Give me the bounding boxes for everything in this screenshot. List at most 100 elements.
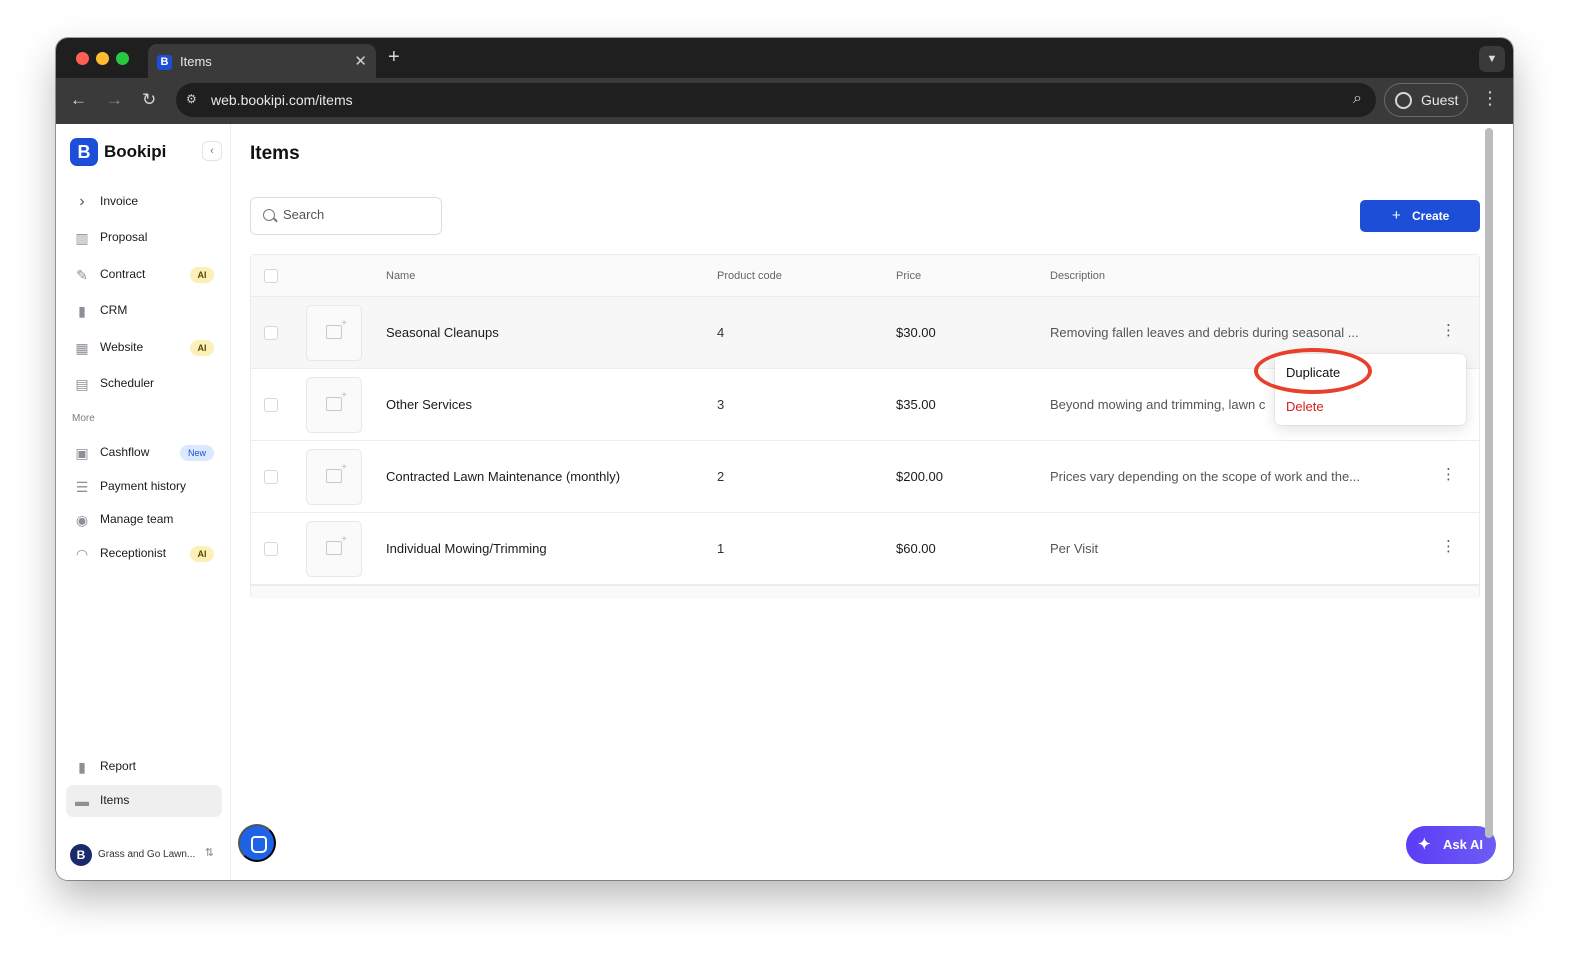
sidebar-item-label: Receptionist bbox=[100, 546, 167, 560]
ai-badge: AI bbox=[190, 267, 214, 283]
ask-ai-label: Ask AI bbox=[1443, 837, 1483, 852]
browser-window: B Items ✕ + ▼ ← → ↻ ⚙ web.bookipi.com/it… bbox=[56, 38, 1513, 880]
more-vertical-icon[interactable]: ⋮ bbox=[1441, 537, 1456, 557]
more-vertical-icon[interactable]: ⋮ bbox=[1441, 321, 1456, 341]
browser-tab[interactable]: B Items ✕ bbox=[148, 44, 376, 78]
item-name: Contracted Lawn Maintenance (monthly) bbox=[386, 469, 621, 484]
chat-icon bbox=[251, 836, 267, 853]
minimize-window-button[interactable] bbox=[96, 52, 109, 65]
chevron-updown-icon: ⇅ bbox=[204, 847, 214, 859]
item-description: Per Visit bbox=[1050, 541, 1099, 556]
create-button[interactable]: + Create bbox=[1360, 200, 1480, 232]
sidebar-item-label: Manage team bbox=[100, 512, 174, 526]
sidebar-item-label: Proposal bbox=[100, 230, 148, 244]
sidebar-item-payment-history[interactable]: ☰ Payment history bbox=[66, 471, 222, 503]
section-label-more: More bbox=[72, 413, 95, 424]
sidebar-item-label: Items bbox=[100, 793, 130, 807]
collapse-sidebar-icon[interactable]: ‹ bbox=[202, 141, 222, 161]
sidebar-item-label: CRM bbox=[100, 303, 128, 317]
item-description: Removing fallen leaves and debris during… bbox=[1050, 325, 1359, 340]
close-window-button[interactable] bbox=[76, 52, 89, 65]
item-price: $35.00 bbox=[896, 397, 936, 412]
plus-icon: + bbox=[1392, 207, 1401, 224]
column-header-code[interactable]: Product code bbox=[717, 270, 782, 282]
sidebar-item-contract[interactable]: ✎ Contract AI bbox=[66, 259, 222, 291]
table-header: Name Product code Price Description bbox=[251, 255, 1479, 297]
row-checkbox[interactable] bbox=[264, 398, 278, 412]
item-description: Prices vary depending on the scope of wo… bbox=[1050, 469, 1361, 484]
row-checkbox[interactable] bbox=[264, 470, 278, 484]
sidebar-item-receptionist[interactable]: ◠ Receptionist AI bbox=[66, 538, 222, 570]
back-arrow-icon[interactable]: ← bbox=[70, 90, 87, 110]
sidebar-item-proposal[interactable]: ▥ Proposal bbox=[66, 222, 222, 254]
proposal-icon: ▥ bbox=[75, 230, 89, 246]
select-all-checkbox[interactable] bbox=[264, 269, 278, 283]
team-icon: ◉ bbox=[75, 512, 89, 528]
screenshot-stage: B Items ✕ + ▼ ← → ↻ ⚙ web.bookipi.com/it… bbox=[0, 0, 1579, 960]
sidebar-item-scheduler[interactable]: ▤ Scheduler bbox=[66, 368, 222, 400]
item-code: 3 bbox=[717, 397, 725, 412]
column-header-name[interactable]: Name bbox=[386, 270, 415, 282]
cashflow-icon: ▣ bbox=[75, 445, 89, 461]
browser-toolbar: ← → ↻ ⚙ web.bookipi.com/items ⌕ Guest ⋮ bbox=[56, 78, 1513, 124]
payment-history-icon: ☰ bbox=[75, 479, 89, 495]
add-image-icon bbox=[326, 318, 347, 339]
item-thumbnail[interactable] bbox=[306, 449, 362, 505]
column-header-price[interactable]: Price bbox=[896, 270, 921, 282]
browser-menu-icon[interactable]: ⋮ bbox=[1481, 88, 1499, 109]
sidebar-item-cashflow[interactable]: ▣ Cashflow New bbox=[66, 437, 222, 469]
items-icon: ▬ bbox=[75, 793, 89, 809]
page-scrollbar[interactable] bbox=[1485, 128, 1493, 838]
chat-support-button[interactable] bbox=[238, 824, 276, 862]
sidebar-item-invoice[interactable]: › Invoice bbox=[66, 186, 222, 218]
url-text[interactable]: web.bookipi.com/items bbox=[211, 92, 353, 108]
account-switcher[interactable]: B Grass and Go Lawn... ⇅ bbox=[66, 840, 222, 868]
ask-ai-button[interactable]: ✦ Ask AI bbox=[1406, 826, 1496, 864]
item-code: 4 bbox=[717, 325, 725, 340]
sidebar-item-manage-team[interactable]: ◉ Manage team bbox=[66, 504, 222, 536]
search-box[interactable] bbox=[250, 197, 442, 235]
column-header-description[interactable]: Description bbox=[1050, 270, 1105, 282]
delete-menu-item[interactable]: Delete bbox=[1286, 399, 1324, 414]
items-table: Name Product code Price Description Seas… bbox=[250, 254, 1480, 599]
sidebar-item-crm[interactable]: ▮ CRM bbox=[66, 295, 222, 327]
item-thumbnail[interactable] bbox=[306, 377, 362, 433]
add-image-icon bbox=[326, 534, 347, 555]
sidebar-item-label: Contract bbox=[100, 267, 146, 281]
avatar: B bbox=[70, 844, 92, 866]
zoom-icon[interactable]: ⌕ bbox=[1353, 90, 1362, 108]
annotation-highlight-circle bbox=[1254, 348, 1372, 394]
item-thumbnail[interactable] bbox=[306, 521, 362, 577]
sidebar-item-label: Invoice bbox=[100, 194, 139, 208]
item-price: $60.00 bbox=[896, 541, 936, 556]
item-price: $30.00 bbox=[896, 325, 936, 340]
row-checkbox[interactable] bbox=[264, 542, 278, 556]
search-input[interactable] bbox=[283, 207, 433, 222]
item-code: 2 bbox=[717, 469, 725, 484]
sidebar-item-items[interactable]: ▬ Items bbox=[66, 785, 222, 817]
address-bar[interactable]: ⚙ web.bookipi.com/items ⌕ bbox=[176, 83, 1376, 117]
table-row[interactable]: Contracted Lawn Maintenance (monthly) 2 … bbox=[251, 441, 1479, 513]
new-badge: New bbox=[180, 445, 214, 461]
forward-arrow-icon[interactable]: → bbox=[106, 90, 123, 110]
table-row[interactable]: Individual Mowing/Trimming 1 $60.00 Per … bbox=[251, 513, 1479, 585]
close-icon[interactable]: ✕ bbox=[354, 52, 367, 70]
item-name: Individual Mowing/Trimming bbox=[386, 541, 547, 556]
more-vertical-icon[interactable]: ⋮ bbox=[1441, 465, 1456, 485]
chevron-down-icon[interactable]: ▼ bbox=[1479, 46, 1505, 72]
reload-icon[interactable]: ↻ bbox=[142, 90, 156, 110]
new-tab-button[interactable]: + bbox=[388, 46, 400, 69]
site-settings-icon[interactable]: ⚙ bbox=[186, 92, 202, 108]
item-price: $200.00 bbox=[896, 469, 943, 484]
sidebar-item-report[interactable]: ▮ Report bbox=[66, 751, 222, 783]
sidebar-item-label: Cashflow bbox=[100, 445, 150, 459]
create-label: Create bbox=[1412, 209, 1450, 223]
profile-button[interactable]: Guest bbox=[1384, 83, 1468, 117]
sidebar: B Bookipi ‹ › Invoice ▥ Proposal ✎ Contr… bbox=[56, 124, 231, 880]
search-icon bbox=[263, 209, 275, 221]
sidebar-item-label: Report bbox=[100, 759, 137, 773]
sidebar-item-website[interactable]: ▦ Website AI bbox=[66, 332, 222, 364]
item-thumbnail[interactable] bbox=[306, 305, 362, 361]
row-checkbox[interactable] bbox=[264, 326, 278, 340]
maximize-window-button[interactable] bbox=[116, 52, 129, 65]
